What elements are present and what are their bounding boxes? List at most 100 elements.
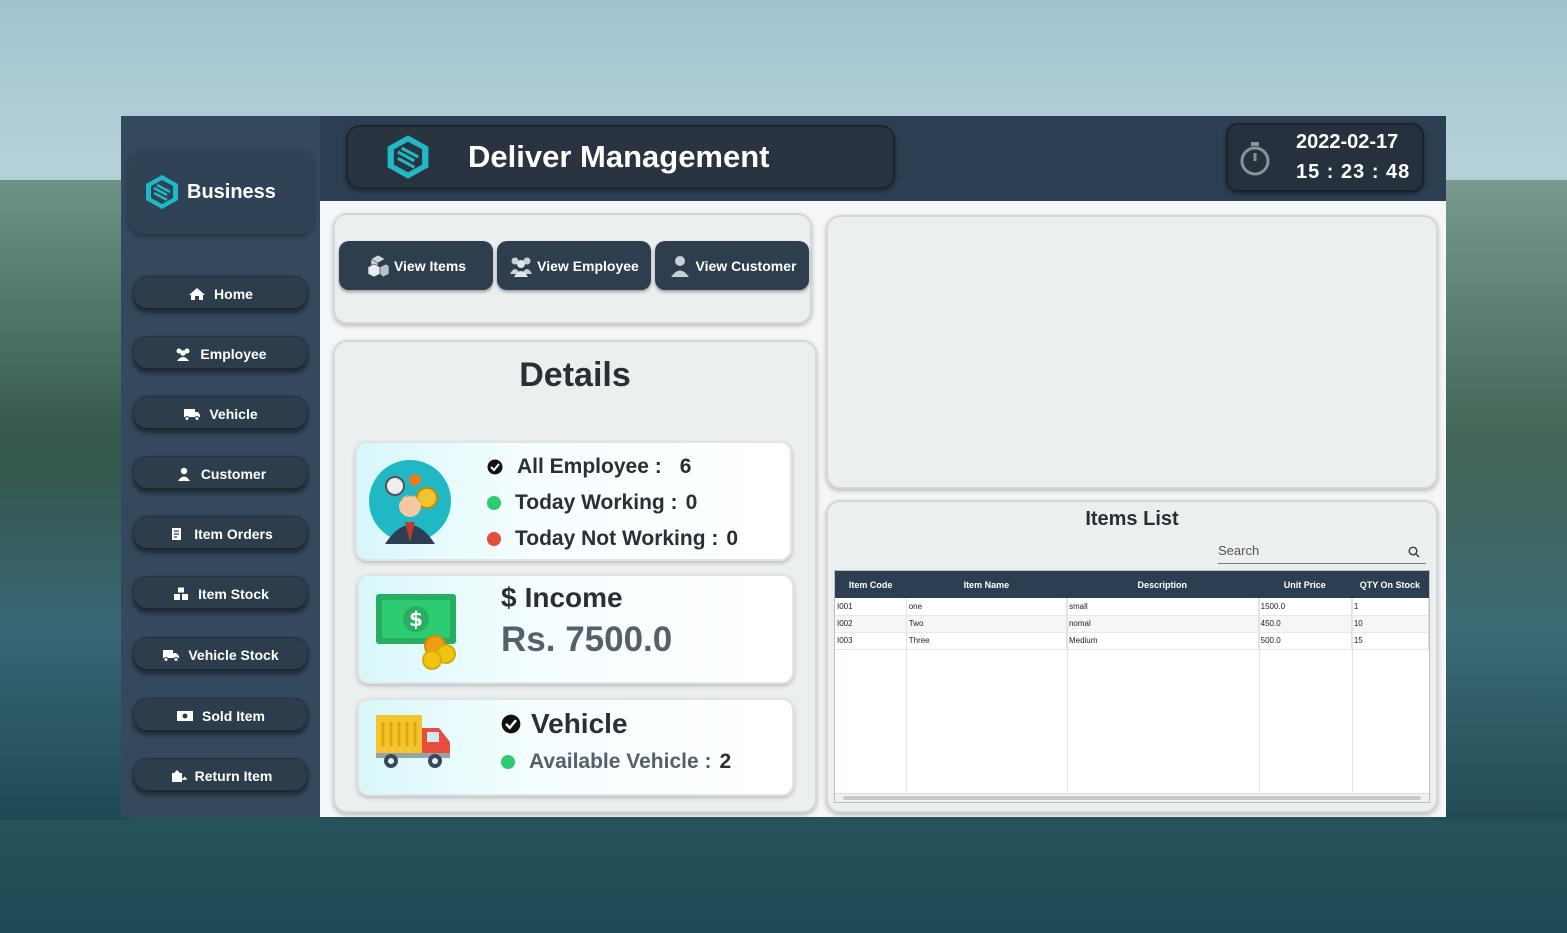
table-cell: I001 (835, 598, 907, 616)
sidebar-item-label: Item Orders (194, 525, 273, 542)
app-title: Deliver Management (468, 139, 770, 174)
column-header-item-name[interactable]: Item Name (906, 571, 1067, 598)
brand-box: Business (129, 150, 313, 234)
dollar-icon: $ (501, 582, 517, 613)
table-cell: 15 (1351, 632, 1430, 650)
table-cell: Two (906, 615, 1067, 633)
available-vehicle-value: 2 (719, 750, 732, 773)
table-header-row: Item Code Item Name Description Unit Pri… (835, 571, 1429, 598)
table-row[interactable]: I002 Two nomal 450.0 10 (835, 615, 1430, 633)
column-divider (1258, 598, 1260, 792)
sidebar-item-home[interactable]: Home (133, 276, 308, 311)
sidebar-item-item-orders[interactable]: Item Orders (133, 516, 308, 551)
column-header-description[interactable]: Description (1066, 571, 1259, 598)
items-table[interactable]: Item Code Item Name Description Unit Pri… (834, 570, 1430, 803)
view-customer-label: View Customer (695, 257, 797, 274)
green-status-dot (487, 496, 501, 510)
clock-time: 15 : 23 : 48 (1296, 161, 1411, 183)
today-working-value: 0 (685, 491, 698, 514)
brand-name: Business (187, 180, 276, 203)
home-icon (189, 287, 206, 300)
income-value: Rs. 7500.0 (501, 620, 673, 659)
red-status-dot (487, 532, 501, 546)
employee-avatar-icon (369, 460, 451, 544)
boxes-icon (367, 254, 390, 277)
table-cell: 450.0 (1258, 615, 1352, 633)
table-cell: 10 (1351, 615, 1430, 633)
check-circle-icon (501, 714, 521, 734)
today-not-working-label: Today Not Working : (515, 527, 719, 550)
search-input[interactable] (1218, 538, 1398, 562)
table-row[interactable]: I001 one small 1500.0 1 (835, 598, 1430, 616)
table-row[interactable]: I003 Three Medium 500.0 15 (835, 632, 1430, 650)
clock-date: 2022-02-17 (1296, 131, 1399, 153)
user-icon (670, 255, 689, 277)
table-cell: one (906, 598, 1067, 616)
sidebar-item-sold-item[interactable]: Sold Item (133, 698, 308, 733)
background-right (1437, 180, 1567, 820)
view-employee-label: View Employee (537, 257, 639, 274)
vehicle-label: Vehicle (531, 708, 628, 739)
stopwatch-icon (1240, 142, 1270, 176)
clock-box: 2022-02-17 15 : 23 : 48 (1226, 123, 1424, 192)
income-card: $ $ Income Rs. 7500.0 (357, 574, 794, 684)
view-items-button[interactable]: View Items (339, 241, 493, 290)
search-field[interactable] (1218, 538, 1426, 564)
details-panel: Details All Employee : 6 Today Working : (333, 340, 817, 813)
sidebar-item-vehicle-stock[interactable]: Vehicle Stock (133, 637, 308, 672)
check-circle-icon (487, 459, 503, 475)
table-cell: I002 (835, 615, 907, 633)
vehicle-card: Vehicle Available Vehicle : 2 (357, 698, 794, 796)
users-icon (510, 257, 533, 277)
table-cell: 1 (1351, 598, 1430, 616)
sidebar: Business Home Employee Vehicle Customer … (121, 116, 320, 817)
column-header-item-code[interactable]: Item Code (835, 571, 907, 598)
sidebar-item-item-stock[interactable]: Item Stock (133, 576, 308, 611)
truck-icon (184, 408, 201, 421)
column-header-qty-on-stock[interactable]: QTY On Stock (1351, 571, 1429, 598)
sidebar-item-label: Vehicle Stock (188, 646, 279, 663)
sidebar-item-employee[interactable]: Employee (133, 336, 308, 371)
background-left (0, 180, 130, 820)
sidebar-item-label: Employee (200, 345, 267, 362)
sidebar-item-label: Vehicle (209, 405, 258, 422)
today-working-label: Today Working : (515, 491, 678, 514)
table-cell: 500.0 (1258, 632, 1352, 650)
title-box: Deliver Management (346, 125, 895, 189)
svg-text:$: $ (409, 607, 423, 631)
available-vehicle-stat: Available Vehicle : 2 (501, 750, 731, 774)
cash-icon: $ (376, 594, 456, 670)
sidebar-item-customer[interactable]: Customer (133, 456, 308, 491)
table-cell: small (1066, 598, 1259, 616)
table-cell: nomal (1066, 615, 1259, 633)
horizontal-scrollbar[interactable] (835, 793, 1429, 802)
scrollbar-thumb[interactable] (843, 796, 1421, 800)
sidebar-item-label: Item Stock (198, 585, 269, 602)
column-divider (1351, 598, 1353, 792)
return-icon (171, 769, 187, 782)
quick-actions-panel: View Items View Employee View Customer (333, 213, 812, 324)
search-icon[interactable] (1408, 546, 1420, 558)
items-list-title: Items List (1085, 508, 1179, 530)
table-cell: Medium (1066, 632, 1259, 650)
header: Deliver Management 2022-02-17 15 : 23 : … (320, 116, 1446, 201)
sidebar-item-label: Home (214, 285, 253, 302)
all-employee-value: 6 (679, 455, 692, 478)
sidebar-item-vehicle[interactable]: Vehicle (133, 396, 308, 431)
details-title: Details (519, 356, 631, 394)
vehicle-heading: Vehicle (501, 708, 628, 740)
column-divider (1066, 598, 1068, 792)
green-status-dot (501, 755, 515, 769)
all-employee-label: All Employee : (517, 455, 662, 478)
app-window: Business Home Employee Vehicle Customer … (121, 116, 1446, 817)
sidebar-item-label: Return Item (194, 767, 273, 784)
users-icon (176, 348, 190, 361)
view-employee-button[interactable]: View Employee (497, 241, 651, 290)
brand-logo-icon (146, 175, 178, 209)
view-items-label: View Items (393, 257, 467, 274)
today-not-working-value: 0 (726, 527, 739, 550)
column-header-unit-price[interactable]: Unit Price (1258, 571, 1352, 598)
sidebar-item-return-item[interactable]: Return Item (133, 758, 308, 793)
sidebar-item-label: Sold Item (201, 707, 265, 724)
view-customer-button[interactable]: View Customer (655, 241, 809, 290)
